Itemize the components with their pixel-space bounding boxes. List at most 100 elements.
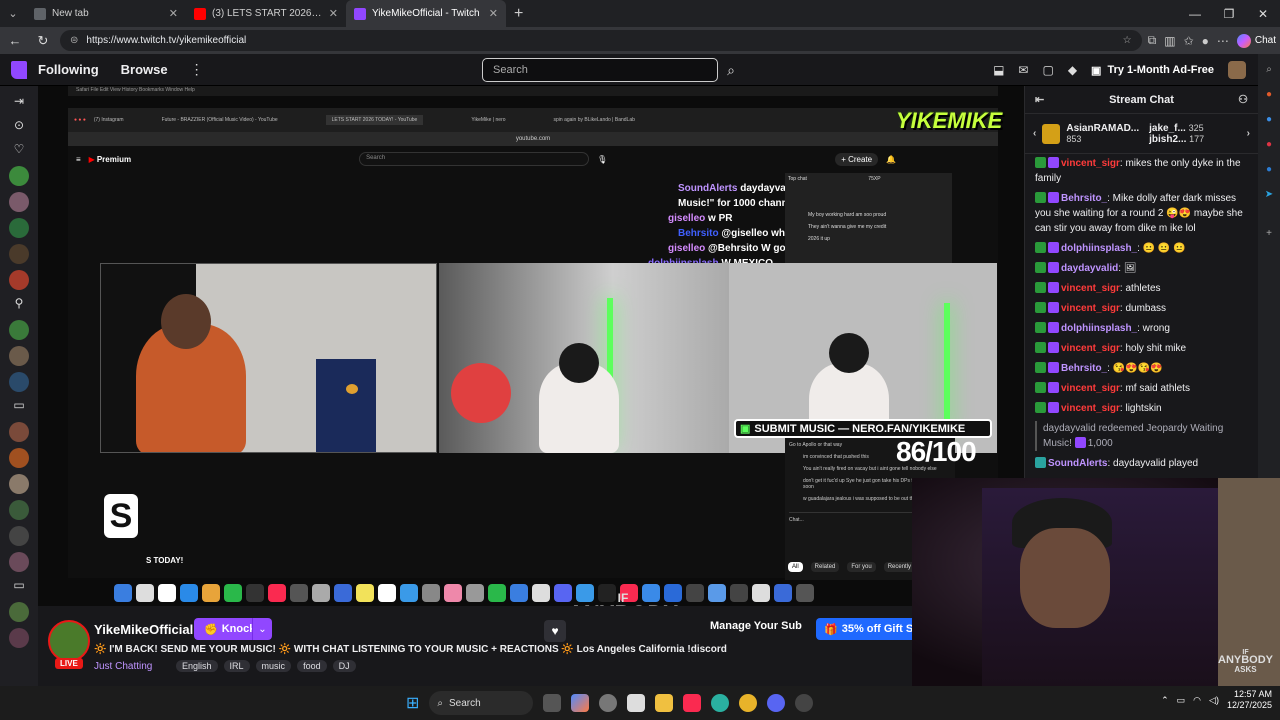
chat-username[interactable]: Behrsito_ [1061,363,1107,374]
channel-avatar[interactable] [9,628,29,648]
next-icon[interactable]: › [1247,128,1250,139]
gifter-entry[interactable]: jake_f... 325 jbish2... 177 [1149,123,1204,145]
channel-avatar[interactable] [9,448,29,468]
chat-username[interactable]: vincent_sigr [1061,383,1120,394]
tools-icon[interactable]: ● [1266,139,1272,150]
new-tab-button[interactable]: + [506,5,531,23]
minimize-icon[interactable]: — [1178,7,1212,21]
twitch-logo-icon[interactable] [0,60,38,79]
tag-chip[interactable]: English [176,660,218,672]
close-tab-icon[interactable]: ✕ [169,7,178,20]
channel-name[interactable]: YikeMikeOfficial [94,622,193,637]
close-tab-icon[interactable]: ✕ [489,7,498,20]
recommended-icon[interactable]: ⊙ [14,118,24,136]
show-hidden-icon[interactable]: ⌃ [1161,695,1169,706]
channel-avatar[interactable] [9,346,29,366]
prev-icon[interactable]: ‹ [1033,128,1036,139]
chat-username[interactable]: vincent_sigr [1061,403,1120,414]
site-info-icon[interactable]: ⊜ [70,35,78,46]
channel-avatar[interactable] [9,602,29,622]
split-screen-icon[interactable]: ▥ [1164,34,1175,48]
chat-username[interactable]: daydayvalid [1061,263,1118,274]
channel-avatar[interactable] [9,500,29,520]
close-tab-icon[interactable]: ✕ [329,7,338,20]
browser-tab[interactable]: (3) LETS START 2026 TODAY! - You ✕ [186,0,346,27]
search-icon[interactable]: ⌕ [1266,64,1272,75]
discord-icon[interactable] [767,694,786,712]
copilot-icon[interactable] [571,694,590,712]
address-bar[interactable]: ⊜ https://www.twitch.tv/yikemikeofficial… [60,30,1142,51]
more-vertical-icon[interactable]: ⋮ [190,61,204,78]
channel-avatar[interactable] [48,620,90,662]
favorite-star-icon[interactable]: ☆ [1123,35,1132,46]
gifter-entry[interactable]: AsianRAMAD... 853 [1066,123,1139,144]
chat-username[interactable]: vincent_sigr [1061,303,1120,314]
channel-avatar[interactable] [9,270,29,290]
edge-icon[interactable] [711,694,730,712]
browser-tab[interactable]: New tab ✕ [26,0,186,27]
wifi-icon[interactable]: ◠ [1193,695,1201,706]
browser-tab-active[interactable]: YikeMikeOfficial - Twitch ✕ [346,0,506,27]
channel-avatar[interactable] [9,422,29,442]
nav-browse[interactable]: Browse [121,62,168,77]
search-button-icon[interactable]: ⌕ [720,58,742,82]
favorites-icon[interactable]: ✩ [1184,34,1194,48]
manage-sub-button[interactable]: Manage Your Sub [710,620,802,632]
channel-avatar[interactable] [9,372,29,392]
tag-chip[interactable]: music [255,660,292,672]
notifications-icon[interactable]: ▢ [1042,63,1053,77]
channel-avatar[interactable] [9,320,29,340]
video-player[interactable]: Safari File Edit View History Bookmarks … [38,86,1024,606]
chat-username[interactable]: SoundAlerts [1048,458,1107,469]
bits-icon[interactable]: ◆ [1068,63,1077,77]
chat-username[interactable]: vincent_sigr [1061,283,1120,294]
add-sidebar-icon[interactable]: + [1266,228,1272,239]
tab-list-dropdown-icon[interactable]: ⌄ [0,0,26,27]
chat-username[interactable]: dolphiinsplash_ [1061,243,1137,254]
task-view-icon[interactable] [543,694,562,712]
file-explorer-icon[interactable] [655,694,674,712]
chat-username[interactable]: vincent_sigr [1061,158,1120,169]
tag-chip[interactable]: DJ [332,660,356,672]
outlook-icon[interactable]: ● [1266,164,1272,175]
copilot-chat-button[interactable]: Chat [1236,33,1276,48]
channel-avatar[interactable] [9,192,29,212]
extensions-icon[interactable]: ⧉ [1148,33,1157,48]
collapse-chat-icon[interactable]: ⇤ [1035,93,1044,106]
close-window-icon[interactable]: ✕ [1246,7,1280,21]
back-icon[interactable]: ← [4,33,26,48]
chat-username[interactable]: Behrsito_ [1061,193,1107,204]
chat-username[interactable]: dolphiinsplash_ [1061,323,1137,334]
channel-avatar[interactable] [9,244,29,264]
taskbar-search[interactable]: ⌕ Search [429,691,534,715]
music-icon[interactable] [683,694,702,712]
telegram-icon[interactable]: ➤ [1265,189,1273,200]
nav-following[interactable]: Following [38,62,99,77]
user-avatar[interactable] [1228,61,1246,79]
settings-icon[interactable] [599,694,618,712]
shopping-icon[interactable]: ● [1266,89,1272,100]
battery-icon[interactable]: ▭ [1177,695,1186,706]
tag-chip[interactable]: food [297,660,327,672]
channel-avatar[interactable] [9,166,29,186]
expand-rail-icon[interactable]: ⇥ [14,94,24,112]
chrome-icon[interactable] [739,694,758,712]
channel-avatar[interactable] [9,552,29,572]
games-icon[interactable]: ● [1266,114,1272,125]
knock-dropdown-icon[interactable]: ⌄ [252,618,272,640]
search-input[interactable]: Search [482,58,718,82]
more-menu-icon[interactable]: ⋯ [1217,34,1229,48]
channel-avatar[interactable] [9,526,29,546]
reload-icon[interactable]: ↻ [32,33,54,49]
store-icon[interactable] [627,694,646,712]
volume-icon[interactable]: ◁) [1209,695,1219,706]
follow-heart-icon[interactable]: ♥ [544,620,566,642]
clock[interactable]: 12:57 AM 12/27/2025 [1227,689,1272,711]
ad-free-button[interactable]: ▣ Try 1-Month Ad-Free [1091,64,1214,77]
inbox-icon[interactable]: ⬓ [993,63,1004,77]
community-icon[interactable]: ⚇ [1238,93,1248,106]
restore-icon[interactable]: ❐ [1212,7,1246,21]
followed-heart-icon[interactable]: ♡ [14,142,25,160]
windows-start-icon[interactable]: ⊞ [406,693,419,713]
profile-icon[interactable]: ● [1202,34,1209,48]
